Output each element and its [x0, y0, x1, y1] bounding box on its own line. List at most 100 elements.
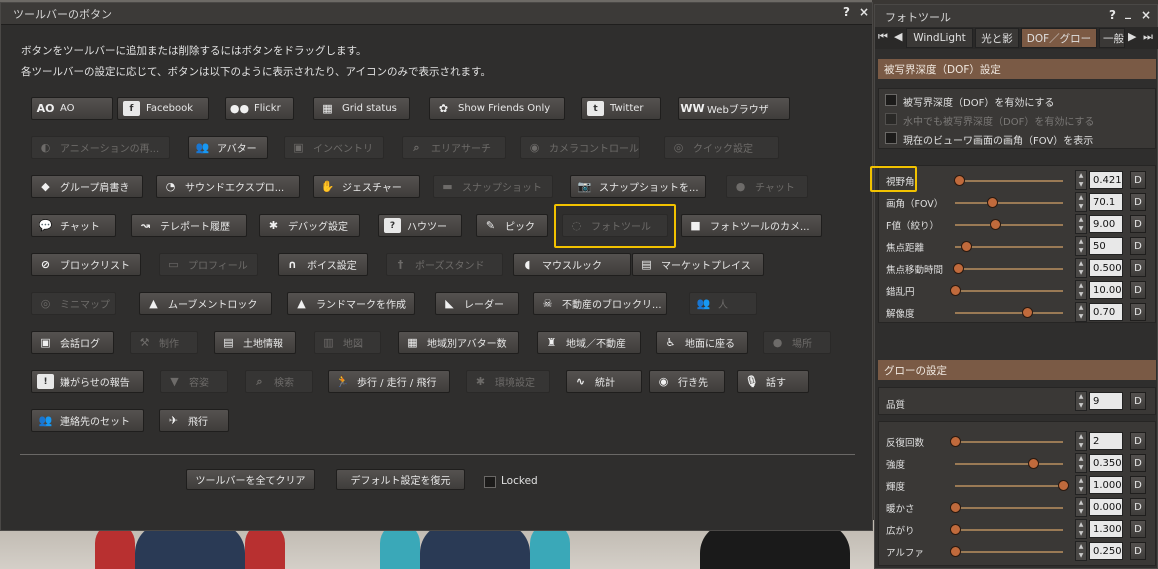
toolbar-button[interactable]: AO AO — [31, 97, 113, 120]
tab-light-shadow[interactable]: 光と影 — [975, 28, 1019, 48]
slider-track[interactable] — [955, 529, 1063, 531]
titlebar[interactable]: ツールバーのボタン ? × — [1, 3, 872, 25]
quality-spinner[interactable]: ▲ ▼ — [1075, 391, 1087, 411]
toolbar-button[interactable]: ■ フォトツールのカメ... — [681, 214, 822, 237]
default-button[interactable]: D — [1130, 193, 1146, 211]
toolbar-button[interactable]: ? ハウツー — [378, 214, 462, 237]
value-spinner[interactable]: ▲ ▼ — [1075, 475, 1087, 495]
toolbar-button[interactable]: ◐ アニメーションの再... — [31, 136, 170, 159]
value-spinner[interactable]: ▲ ▼ — [1075, 519, 1087, 539]
toolbar-button[interactable]: † ポーズスタンド — [386, 253, 503, 276]
toolbar-button[interactable]: ◉ 行き先 — [649, 370, 725, 393]
default-button[interactable]: D — [1130, 237, 1146, 255]
toolbar-button[interactable]: ⚒ 制作 — [130, 331, 198, 354]
toolbar-button[interactable]: ∩ ボイス設定 — [278, 253, 368, 276]
slider-track[interactable] — [955, 290, 1063, 292]
default-button[interactable]: D — [1130, 498, 1146, 516]
toolbar-button[interactable]: 🎙 話す — [737, 370, 809, 393]
toolbar-button[interactable]: ● 場所 — [763, 331, 831, 354]
toolbar-button[interactable]: ✱ 環境設定 — [466, 370, 550, 393]
value-field[interactable]: 0.70 — [1089, 303, 1123, 321]
slider-handle[interactable] — [986, 197, 998, 208]
toolbar-button[interactable]: 📷 スナップショットを... — [570, 175, 706, 198]
slider-handle[interactable] — [1022, 307, 1034, 318]
toolbar-button[interactable]: 🏃 歩行 / 走行 / 飛行 — [328, 370, 450, 393]
slider-track[interactable] — [955, 268, 1063, 270]
slider-track[interactable] — [955, 202, 1063, 204]
slider-track[interactable] — [955, 485, 1063, 487]
default-button[interactable]: D — [1130, 215, 1146, 233]
toolbar-button[interactable]: ●● Flickr — [225, 97, 294, 120]
show-fov-checkbox[interactable] — [885, 132, 897, 144]
value-field[interactable]: 0.421 — [1089, 171, 1123, 189]
toolbar-button[interactable]: ▥ 地図 — [314, 331, 381, 354]
help-button[interactable]: ? — [1109, 8, 1116, 22]
quality-value[interactable]: 9 — [1089, 392, 1123, 410]
toolbar-button[interactable]: ◎ ミニマップ — [31, 292, 116, 315]
titlebar[interactable]: フォトツール ? _ × — [875, 5, 1157, 27]
tab-prev-icon[interactable]: ◀ — [894, 30, 902, 43]
default-button[interactable]: D — [1130, 432, 1146, 450]
minimize-button[interactable]: _ — [1125, 5, 1131, 19]
value-field[interactable]: 0.000 — [1089, 498, 1123, 516]
clear-toolbars-button[interactable]: ツールバーを全てクリア — [186, 469, 315, 490]
value-field[interactable]: 70.1 — [1089, 193, 1123, 211]
slider-handle[interactable] — [953, 263, 965, 274]
value-spinner[interactable]: ▲ ▼ — [1075, 258, 1087, 278]
value-spinner[interactable]: ▲ ▼ — [1075, 214, 1087, 234]
toolbar-button[interactable]: ▤ マーケットプレイス — [632, 253, 764, 276]
help-button[interactable]: ? — [843, 5, 850, 19]
toolbar-button[interactable]: ◉ カメラコントロール — [520, 136, 640, 159]
default-button[interactable]: D — [1130, 281, 1146, 299]
tab-general[interactable]: 一般 — [1099, 28, 1125, 48]
toolbar-button[interactable]: ♜ 地域／不動産 — [537, 331, 641, 354]
toolbar-button[interactable]: 💬 チャット — [31, 214, 116, 237]
toolbar-button[interactable]: ◆ グループ肩書き — [31, 175, 143, 198]
toolbar-button[interactable]: ♿ 地面に座る — [656, 331, 748, 354]
toolbar-button[interactable]: ▤ 土地情報 — [214, 331, 296, 354]
value-spinner[interactable]: ▲ ▼ — [1075, 280, 1087, 300]
toolbar-button[interactable]: ⌕ 検索 — [245, 370, 313, 393]
toolbar-button[interactable]: ▣ インベントリ — [284, 136, 384, 159]
toolbar-button[interactable]: ▣ 会話ログ — [31, 331, 114, 354]
value-spinner[interactable]: ▲ ▼ — [1075, 302, 1087, 322]
toolbar-button[interactable]: ▬ スナップショット — [433, 175, 553, 198]
slider-handle[interactable] — [954, 175, 966, 186]
tab-first-icon[interactable]: ⏮ — [878, 30, 888, 44]
toolbar-button[interactable]: ▲ ムーブメントロック — [139, 292, 272, 315]
toolbar-button[interactable]: ✿ Show Friends Only — [429, 97, 565, 120]
default-button[interactable]: D — [1130, 171, 1146, 189]
toolbar-button[interactable]: ▲ ランドマークを作成 — [287, 292, 415, 315]
default-button[interactable]: D — [1130, 542, 1146, 560]
slider-track[interactable] — [955, 463, 1063, 465]
default-button[interactable]: D — [1130, 454, 1146, 472]
slider-handle[interactable] — [950, 285, 961, 296]
toolbar-button[interactable]: ✋ ジェスチャー — [313, 175, 420, 198]
slider-track[interactable] — [955, 551, 1063, 553]
slider-handle[interactable] — [960, 241, 972, 252]
value-field[interactable]: 2 — [1089, 432, 1123, 450]
value-spinner[interactable]: ▲ ▼ — [1075, 170, 1087, 190]
tab-windlight[interactable]: WindLight — [906, 28, 973, 48]
toolbar-button[interactable]: ✱ デバッグ設定 — [259, 214, 360, 237]
value-spinner[interactable]: ▲ ▼ — [1075, 541, 1087, 561]
value-field[interactable]: 0.500 — [1089, 259, 1123, 277]
quality-default-button[interactable]: D — [1130, 392, 1146, 410]
toolbar-button[interactable]: ◣ レーダー — [435, 292, 519, 315]
toolbar-button[interactable]: ▦ 地域別アバター数 — [398, 331, 519, 354]
close-button[interactable]: × — [859, 5, 869, 19]
slider-handle[interactable] — [1058, 480, 1069, 491]
value-field[interactable]: 0.350 — [1089, 454, 1123, 472]
toolbar-button[interactable]: WW Webブラウザ — [678, 97, 790, 120]
toolbar-button[interactable]: ▭ プロフィール — [159, 253, 258, 276]
toolbar-button[interactable]: ✈ 飛行 — [159, 409, 229, 432]
value-spinner[interactable]: ▲ ▼ — [1075, 497, 1087, 517]
locked-checkbox[interactable] — [484, 476, 496, 488]
toolbar-button[interactable]: ◎ クイック設定 — [664, 136, 779, 159]
default-button[interactable]: D — [1130, 303, 1146, 321]
tab-last-icon[interactable]: ⏭ — [1143, 30, 1153, 44]
toolbar-button[interactable]: ! 嫌がらせの報告 — [31, 370, 144, 393]
value-field[interactable]: 1.000 — [1089, 476, 1123, 494]
toolbar-button[interactable]: f Facebook — [117, 97, 209, 120]
slider-track[interactable] — [955, 441, 1063, 443]
